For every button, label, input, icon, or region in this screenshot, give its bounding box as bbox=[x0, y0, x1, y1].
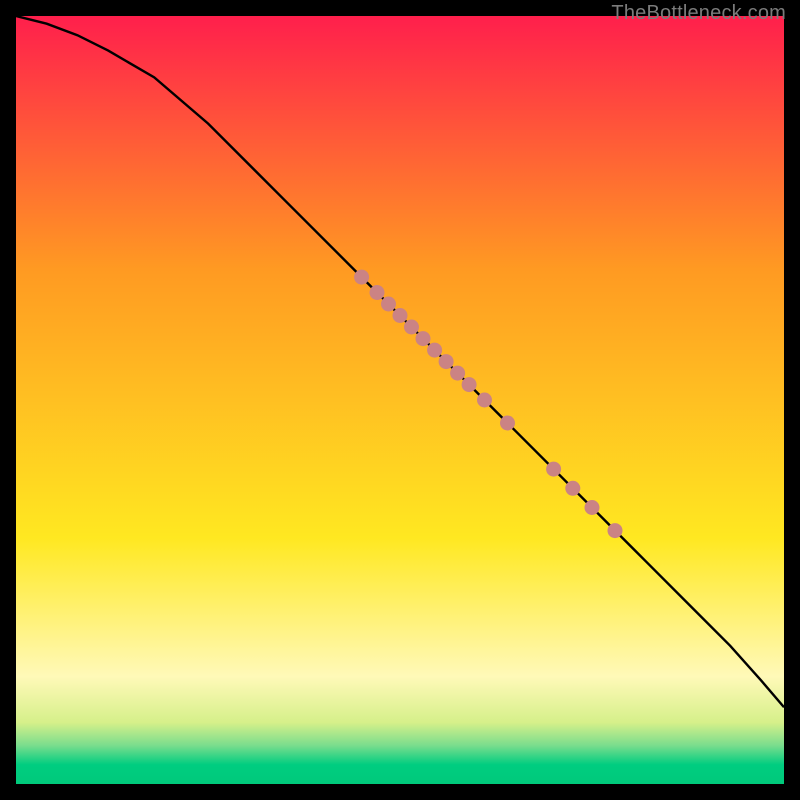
chart-frame: TheBottleneck.com bbox=[0, 0, 800, 800]
data-point bbox=[404, 320, 419, 335]
data-point bbox=[608, 523, 623, 538]
data-point bbox=[427, 343, 442, 358]
data-point bbox=[370, 285, 385, 300]
data-point bbox=[439, 354, 454, 369]
data-point bbox=[585, 500, 600, 515]
data-point bbox=[354, 270, 369, 285]
data-point bbox=[477, 393, 492, 408]
watermark-text: TheBottleneck.com bbox=[611, 2, 786, 25]
chart-plot-area bbox=[16, 16, 784, 784]
data-point bbox=[416, 331, 431, 346]
chart-background-gradient bbox=[16, 16, 784, 784]
data-point bbox=[546, 462, 561, 477]
data-point bbox=[462, 377, 477, 392]
data-point bbox=[381, 297, 396, 312]
data-point bbox=[393, 308, 408, 323]
chart-svg bbox=[16, 16, 784, 784]
data-point bbox=[450, 366, 465, 381]
data-point bbox=[500, 416, 515, 431]
data-point bbox=[565, 481, 580, 496]
